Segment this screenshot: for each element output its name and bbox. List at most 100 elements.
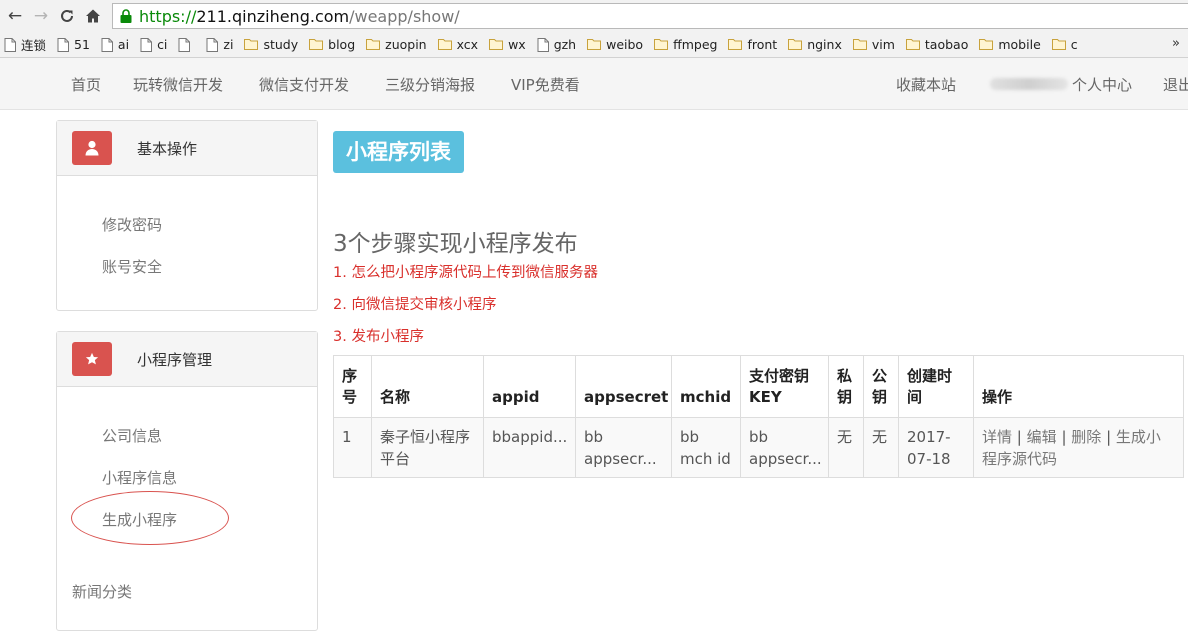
bookmark-item[interactable]: taobao (905, 37, 969, 52)
folder-icon (852, 38, 867, 52)
header-mchid: mchid (671, 355, 741, 418)
bookmark-item[interactable]: front (728, 37, 777, 52)
bookmark-item[interactable]: wx (489, 37, 526, 52)
bookmark-item[interactable]: zuopin (366, 37, 427, 52)
header-appid: appid (483, 355, 576, 418)
bookmark-label: ai (117, 37, 130, 52)
bookmark-item[interactable]: 连锁 (4, 35, 46, 54)
step-link-publish[interactable]: 3. 发布小程序 (333, 325, 424, 346)
bookmark-item[interactable] (178, 37, 195, 52)
sidebar-item-miniprogram-info[interactable]: 小程序信息 (102, 467, 177, 488)
bookmark-item[interactable]: 51 (57, 37, 90, 52)
nav-wechat-dev[interactable]: 玩转微信开发 (133, 74, 223, 95)
bookmark-item[interactable]: vim (852, 37, 895, 52)
bookmark-item[interactable]: xcx (437, 37, 478, 52)
bookmark-label: mobile (998, 37, 1041, 52)
table-header-row: 序号 名称 appid appsecret mchid 支付密钥KEY 私钥 公… (333, 355, 1184, 418)
header-ops: 操作 (973, 355, 1184, 418)
bookmark-label: c (1070, 37, 1078, 52)
header-created: 创建时间 (898, 355, 974, 418)
page-title: 小程序列表 (333, 131, 464, 173)
panel-title: 小程序管理 (137, 351, 213, 369)
bookmark-item[interactable]: study (244, 37, 298, 52)
url-path: /weapp/show/ (349, 6, 460, 26)
detail-link[interactable]: 详情 (982, 428, 1012, 446)
bookmark-item[interactable]: blog (309, 37, 355, 52)
cell-private-key: 无 (828, 417, 864, 478)
header-private-key: 私钥 (828, 355, 864, 418)
page-icon (140, 37, 153, 52)
bookmark-item[interactable]: nginx (788, 37, 842, 52)
bookmark-label: ci (157, 37, 168, 52)
sidebar-item-account-security[interactable]: 账号安全 (102, 256, 162, 277)
bookmark-item[interactable]: mobile (979, 37, 1041, 52)
bookmark-item[interactable]: ci (140, 37, 167, 52)
panel-header: 基本操作 (57, 121, 317, 176)
browser-toolbar: ← → https://211.qinziheng.com/weapp/show… (0, 0, 1188, 32)
nav-poster[interactable]: 三级分销海报 (385, 74, 475, 95)
nav-profile[interactable]: 个人中心 (1072, 74, 1132, 95)
forward-arrow-icon[interactable]: → (30, 5, 52, 27)
header-name: 名称 (371, 355, 484, 418)
header-appsecret: appsecret (575, 355, 672, 418)
step-link-upload[interactable]: 1. 怎么把小程序源代码上传到微信服务器 (333, 261, 598, 282)
nav-home[interactable]: 首页 (71, 74, 101, 95)
home-icon[interactable] (82, 5, 104, 27)
ops-separator: | (1061, 428, 1067, 446)
bookmark-label: taobao (924, 37, 969, 52)
delete-link[interactable]: 删除 (1071, 428, 1101, 446)
nav-vip[interactable]: VIP免费看 (511, 74, 580, 95)
folder-icon (244, 38, 259, 52)
cell-mchid: bb mch id (671, 417, 741, 478)
nav-pay-dev[interactable]: 微信支付开发 (259, 74, 349, 95)
address-bar[interactable]: https://211.qinziheng.com/weapp/show/ (112, 3, 1188, 29)
nav-favorite[interactable]: 收藏本站 (896, 74, 956, 95)
folder-icon (979, 38, 994, 52)
bookmark-item[interactable]: ai (101, 37, 129, 52)
folder-icon (788, 38, 803, 52)
folder-icon (728, 38, 743, 52)
header-pay-key: 支付密钥KEY (740, 355, 829, 418)
sidebar-item-news-category[interactable]: 新闻分类 (72, 581, 132, 602)
star-icon (72, 342, 112, 376)
cell-index: 1 (333, 417, 372, 478)
bookmark-label: study (263, 37, 299, 52)
bookmark-label: 连锁 (21, 38, 47, 53)
bookmark-label: nginx (807, 37, 842, 52)
user-icon (72, 131, 112, 165)
folder-icon (1051, 38, 1066, 52)
page-icon (178, 37, 191, 52)
edit-link[interactable]: 编辑 (1027, 428, 1057, 446)
sidebar-item-company-info[interactable]: 公司信息 (102, 425, 162, 446)
page-icon (537, 37, 549, 52)
bookmark-item[interactable]: weibo (587, 37, 643, 52)
back-arrow-icon[interactable]: ← (4, 5, 26, 27)
bookmark-item[interactable]: zi (206, 37, 233, 52)
reload-icon[interactable] (56, 5, 78, 27)
sidebar-item-change-password[interactable]: 修改密码 (102, 214, 162, 235)
nav-logout[interactable]: 退出 (1163, 74, 1188, 95)
panel-title: 基本操作 (137, 140, 198, 158)
steps-heading: 3个步骤实现小程序发布 (333, 231, 578, 257)
cell-name: 秦子恒小程序平台 (371, 417, 484, 478)
ops-separator: | (1016, 428, 1022, 446)
folder-icon (905, 38, 920, 52)
folder-icon (489, 38, 504, 52)
bookmark-label: 51 (74, 37, 90, 52)
bookmark-label: weibo (606, 37, 644, 52)
cell-appsecret: bb appsecr... (575, 417, 672, 478)
folder-icon (654, 38, 669, 52)
bookmark-label: blog (328, 37, 356, 52)
cell-appid: bbappid... (483, 417, 576, 478)
bookmark-item[interactable]: c (1051, 37, 1078, 52)
url-host: 211.qinziheng.com (196, 6, 350, 26)
folder-icon (437, 38, 452, 52)
header-index: 序号 (333, 355, 372, 418)
lock-icon (119, 9, 133, 23)
bookmarks-more-chevron[interactable]: » (1172, 36, 1180, 51)
page-icon (101, 37, 113, 52)
step-link-submit-review[interactable]: 2. 向微信提交审核小程序 (333, 293, 496, 314)
cell-pay-key: bb appsecr... (740, 417, 829, 478)
bookmark-item[interactable]: gzh (537, 37, 576, 52)
bookmark-item[interactable]: ffmpeg (654, 37, 717, 52)
